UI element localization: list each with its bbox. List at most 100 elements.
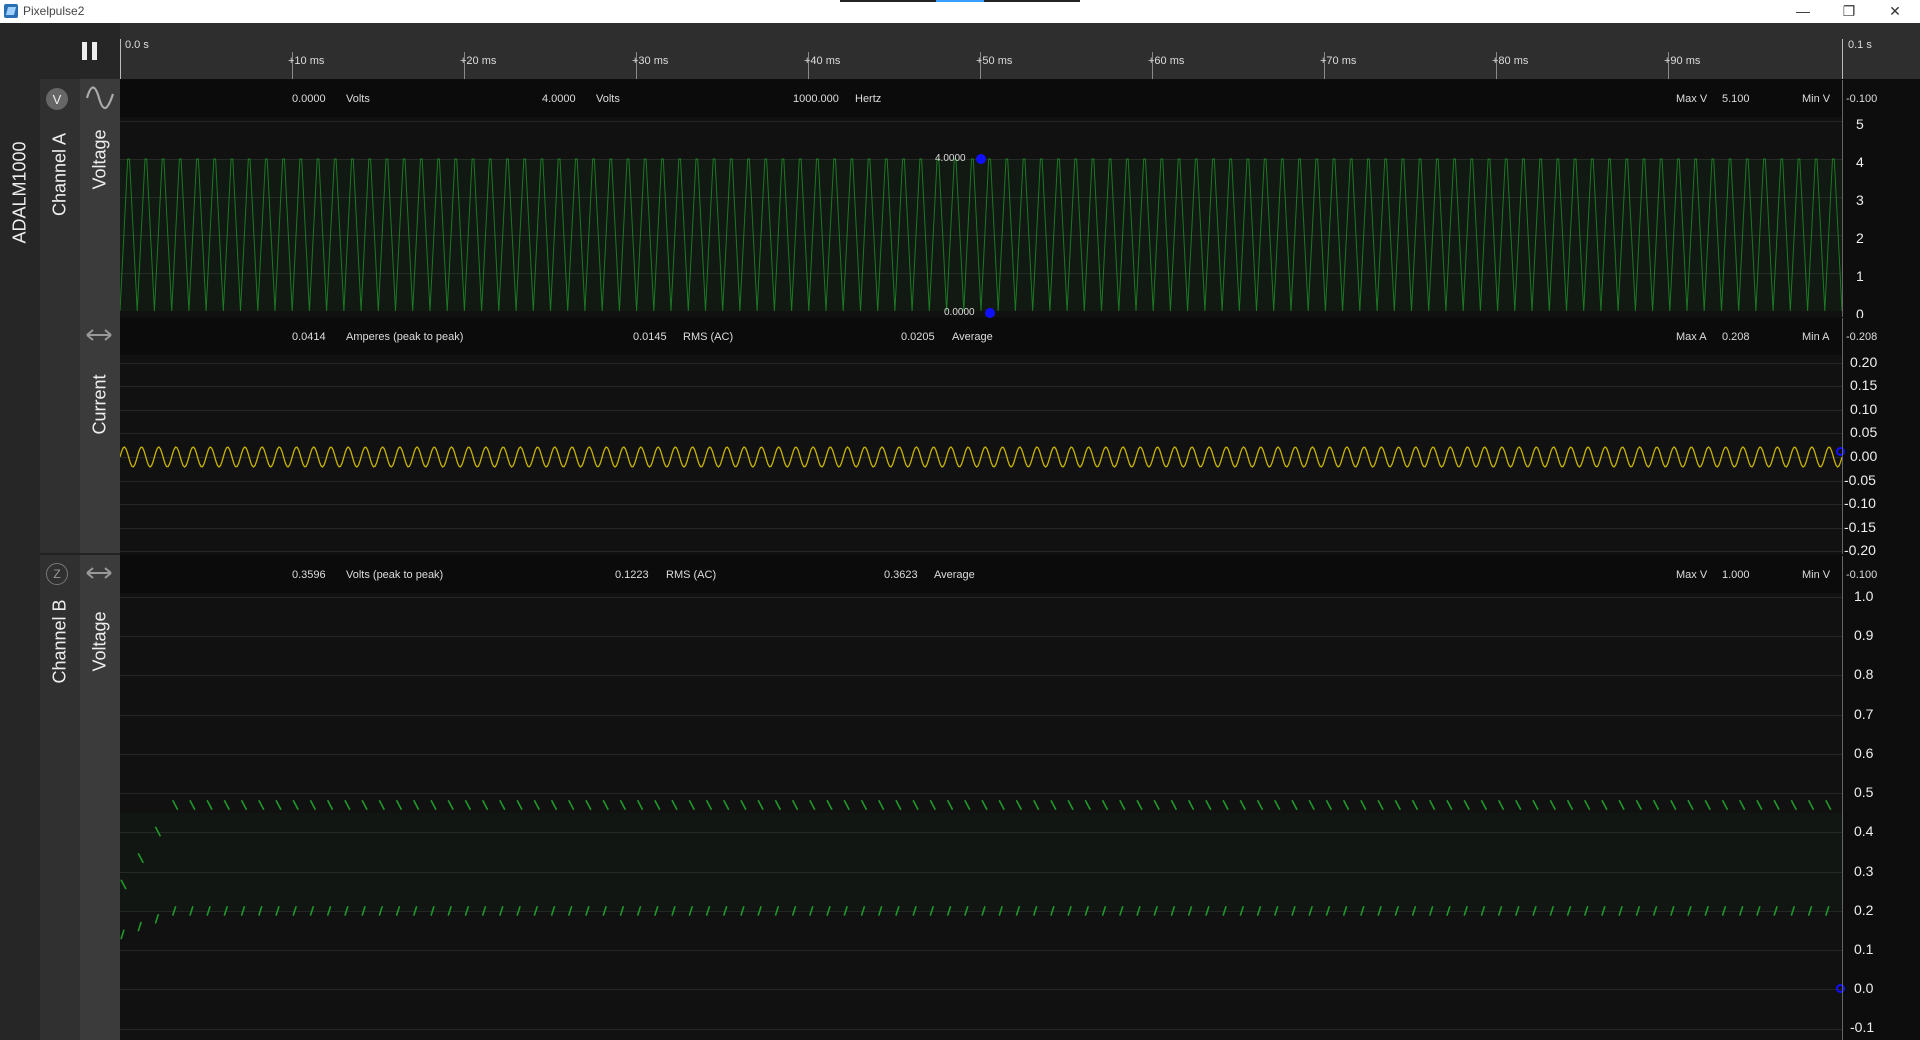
stat-unit: RMS (AC) bbox=[666, 569, 717, 581]
axis-tick-label: 0.05 bbox=[1850, 424, 1878, 440]
stat-unit: RMS (AC) bbox=[683, 331, 734, 343]
channel-a-voltage-statbar: 0.0000 Volts 4.0000 Volts 1000.000 Hertz… bbox=[120, 80, 1842, 118]
high-level-handle[interactable] bbox=[976, 154, 986, 164]
low-level-handle[interactable] bbox=[985, 308, 995, 318]
axis-tick-label: 0.20 bbox=[1850, 354, 1878, 370]
channel-a-current-label: Current bbox=[89, 374, 110, 435]
pause-button[interactable] bbox=[80, 40, 100, 62]
axis-tick-label: 5 bbox=[1856, 116, 1864, 132]
timeline-tick-label: +50 ms bbox=[976, 55, 1013, 67]
window-title: Pixelpulse2 bbox=[23, 4, 85, 18]
channel-a-voltage-axis[interactable]: -0.100 5 4 3 2 1 0 bbox=[1842, 80, 1920, 322]
channel-a-mode-button[interactable]: V bbox=[46, 88, 68, 110]
current-offset-handle[interactable] bbox=[1836, 447, 1845, 456]
stat-unit: Volts (peak to peak) bbox=[346, 569, 444, 581]
timeline-tick-label: +20 ms bbox=[460, 55, 497, 67]
restore-icon: ❐ bbox=[1842, 2, 1856, 19]
channel-b-voltage-axis[interactable]: -0.100 1.0 0.9 0.8 0.7 0.6 0.5 0.4 0.3 0… bbox=[1836, 556, 1920, 1040]
timeline-tick-label: +10 ms bbox=[288, 55, 325, 67]
channel-a-voltage-plot[interactable]: 4.0000 0.0000 bbox=[120, 117, 1842, 318]
channel-b-mode-label: Z bbox=[53, 567, 61, 581]
max-label: Max V bbox=[1676, 569, 1708, 581]
stat-value[interactable]: 0.0000 bbox=[292, 93, 326, 105]
channel-column: V Channel A Z Channel B bbox=[40, 79, 80, 1040]
max-value[interactable]: 5.100 bbox=[1722, 93, 1750, 105]
axis-tick-label: 0.15 bbox=[1850, 377, 1878, 393]
double-arrow-icon bbox=[86, 329, 112, 341]
channel-a-current-statbar: 0.0414 Amperes (peak to peak) 0.0145 RMS… bbox=[120, 318, 1842, 356]
axis-tick-label: 0.2 bbox=[1854, 902, 1874, 918]
pause-icon bbox=[82, 42, 97, 60]
time-axis[interactable]: 0.0 s +10 ms +20 ms +30 ms +40 ms +50 ms… bbox=[120, 23, 1842, 79]
min-value[interactable]: -0.100 bbox=[1846, 569, 1877, 581]
channel-a-current-plot[interactable] bbox=[120, 355, 1842, 554]
axis-tick-label: 3 bbox=[1856, 192, 1864, 208]
timeline-tick-label: +30 ms bbox=[632, 55, 669, 67]
axis-tick-label: 0.0 bbox=[1854, 980, 1874, 996]
channel-a-current-hold-button[interactable] bbox=[84, 327, 114, 343]
axis-tick-label: 0.00 bbox=[1850, 448, 1878, 464]
channel-a-voltage-trace bbox=[120, 158, 1842, 312]
timeline-end-label: 0.1 s bbox=[1848, 39, 1872, 51]
channel-b-voltage-hold-button[interactable] bbox=[84, 565, 114, 581]
channel-b-voltage-label: Voltage bbox=[89, 611, 110, 672]
channel-a-mode-label: V bbox=[52, 91, 62, 107]
stat-value[interactable]: 0.3623 bbox=[884, 569, 918, 581]
stat-value[interactable]: 0.0414 bbox=[292, 331, 326, 343]
timeline-start-tick bbox=[120, 39, 121, 79]
min-label: Min A bbox=[1802, 331, 1830, 343]
channel-b-voltage-plot[interactable] bbox=[120, 593, 1842, 1040]
timeline-tick-label: +40 ms bbox=[804, 55, 841, 67]
axis-tick-label: 0.5 bbox=[1854, 784, 1874, 800]
axis-tick-label: 0.10 bbox=[1850, 401, 1878, 417]
device-name: ADALM1000 bbox=[9, 141, 30, 244]
axis-tick-label: 0.6 bbox=[1854, 745, 1874, 761]
axis-tick-label: 0.1 bbox=[1854, 941, 1874, 957]
close-button[interactable]: ✕ bbox=[1872, 0, 1918, 22]
title-bar: Pixelpulse2 — ❐ ✕ bbox=[0, 0, 1920, 24]
max-value[interactable]: 0.208 bbox=[1722, 331, 1750, 343]
axis-tick-label: 0.7 bbox=[1854, 706, 1874, 722]
stat-unit: Volts bbox=[346, 93, 370, 105]
max-label: Max V bbox=[1676, 93, 1708, 105]
double-arrow-icon bbox=[86, 567, 112, 579]
channel-a-current-trace bbox=[120, 446, 1842, 468]
channel-b-label: Channel B bbox=[49, 599, 70, 684]
max-value[interactable]: 1.000 bbox=[1722, 569, 1750, 581]
axis-tick-label: -0.1 bbox=[1850, 1019, 1875, 1035]
minimize-button[interactable]: — bbox=[1780, 0, 1826, 22]
axis-tick-label: 0.9 bbox=[1854, 627, 1874, 643]
voltage-offset-handle[interactable] bbox=[1836, 984, 1845, 993]
stat-value[interactable]: 0.3596 bbox=[292, 569, 326, 581]
max-label: Max A bbox=[1676, 331, 1707, 343]
restore-button[interactable]: ❐ bbox=[1826, 0, 1872, 22]
min-label: Min V bbox=[1802, 569, 1831, 581]
stat-value[interactable]: 0.0145 bbox=[633, 331, 667, 343]
min-value[interactable]: -0.100 bbox=[1846, 93, 1877, 105]
min-label: Min V bbox=[1802, 93, 1831, 105]
stat-unit: Volts bbox=[596, 93, 620, 105]
stat-unit: Amperes (peak to peak) bbox=[346, 331, 464, 343]
axis-divider bbox=[1842, 318, 1843, 554]
stat-value[interactable]: 0.1223 bbox=[615, 569, 649, 581]
timeline-tick-label: +70 ms bbox=[1320, 55, 1357, 67]
stat-value[interactable]: 0.0205 bbox=[901, 331, 935, 343]
axis-tick-label: 1.0 bbox=[1854, 588, 1874, 604]
stat-value[interactable]: 1000.000 bbox=[793, 93, 839, 105]
channel-b-voltage-statbar: 0.3596 Volts (peak to peak) 0.1223 RMS (… bbox=[120, 556, 1842, 594]
channel-b-voltage-trace bbox=[120, 799, 1842, 940]
axis-tick-label: 0.8 bbox=[1854, 666, 1874, 682]
stat-value[interactable]: 4.0000 bbox=[542, 93, 576, 105]
axis-tick-label: -0.15 bbox=[1844, 519, 1876, 535]
app-icon bbox=[4, 4, 18, 18]
channel-a-current-axis[interactable]: -0.208 0.20 0.15 0.10 0.05 0.00 -0.05 -0… bbox=[1836, 318, 1920, 558]
sine-wave-function-button[interactable] bbox=[85, 86, 115, 110]
channel-b-mode-button[interactable]: Z bbox=[46, 563, 68, 585]
marker-high-value: 4.0000 bbox=[935, 153, 966, 164]
timeline-tick-label: +80 ms bbox=[1492, 55, 1529, 67]
channel-a-voltage-label: Voltage bbox=[89, 129, 110, 190]
sine-wave-icon bbox=[85, 86, 115, 110]
min-value[interactable]: -0.208 bbox=[1846, 331, 1877, 343]
axis-tick-label: 0.4 bbox=[1854, 823, 1874, 839]
channel-a-label: Channel A bbox=[49, 132, 70, 217]
